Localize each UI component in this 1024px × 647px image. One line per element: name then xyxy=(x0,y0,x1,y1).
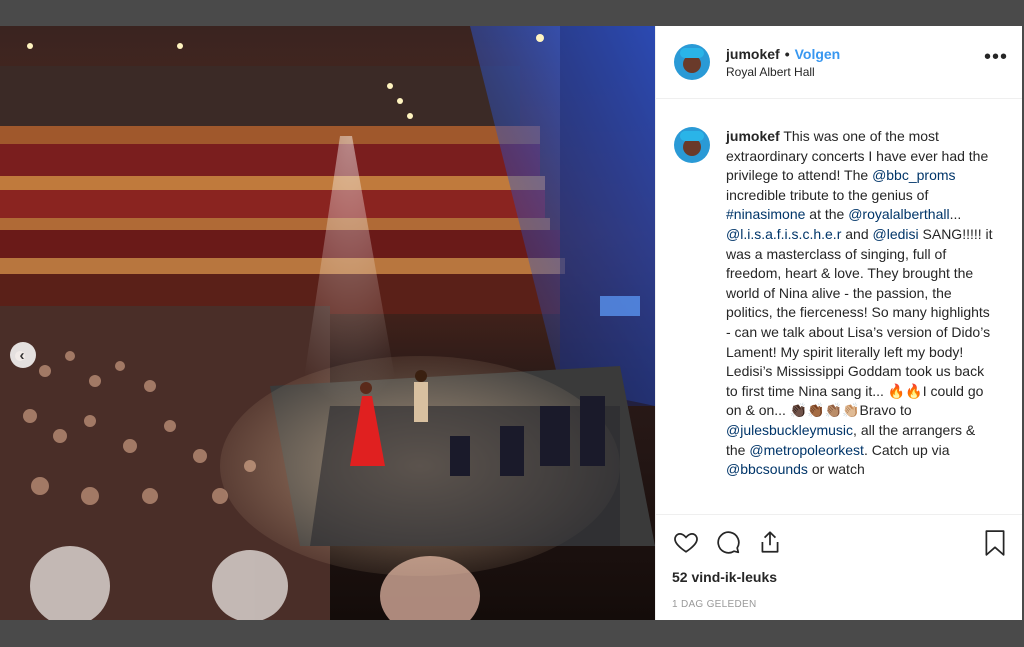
more-options-icon[interactable]: ••• xyxy=(984,47,1008,67)
caption-text: at the xyxy=(805,206,849,223)
caption-text: ... xyxy=(949,206,962,223)
mention-link[interactable]: @ledisi xyxy=(873,226,919,242)
mention-link[interactable]: @bbc_proms xyxy=(872,167,955,183)
avatar-image xyxy=(674,44,710,80)
chevron-left-icon: ‹ xyxy=(19,346,25,364)
header-line: jumokef • Volgen xyxy=(726,46,840,62)
action-icons xyxy=(672,515,1006,569)
share-button[interactable] xyxy=(756,528,784,556)
caption-text: or watch xyxy=(807,461,865,478)
hashtag-link[interactable]: #ninasimone xyxy=(726,206,805,222)
avatar-image xyxy=(674,127,710,163)
comment-icon xyxy=(717,531,740,554)
location-link[interactable]: Royal Albert Hall xyxy=(726,65,840,79)
bookmark-icon[interactable] xyxy=(982,529,1008,557)
caption-text: SANG!!!!! it was a masterclass of singin… xyxy=(726,225,993,419)
post-date[interactable]: 1 dag geleden xyxy=(672,599,1006,610)
post-caption: jumokef This was one of the most extraor… xyxy=(726,127,994,480)
comments-area: jumokef This was one of the most extraor… xyxy=(656,99,1022,514)
avatar[interactable] xyxy=(674,44,710,80)
mention-link[interactable]: @royalalberthall xyxy=(848,206,949,222)
caption-text: incredible tribute to the genius of xyxy=(726,186,929,203)
mention-link[interactable]: @julesbuckleymusic xyxy=(726,422,853,438)
post-side-panel: jumokef • Volgen Royal Albert Hall ••• j… xyxy=(655,26,1022,620)
follow-button[interactable]: Volgen xyxy=(795,46,841,62)
header-text: jumokef • Volgen Royal Albert Hall xyxy=(726,46,840,79)
share-icon xyxy=(761,531,779,553)
post-header: jumokef • Volgen Royal Albert Hall ••• xyxy=(656,26,1022,99)
comment-button[interactable] xyxy=(714,528,742,556)
concert-photo xyxy=(0,26,655,620)
carousel-prev-button[interactable]: ‹ xyxy=(10,342,36,368)
mention-link[interactable]: @bbcsounds xyxy=(726,461,808,477)
mention-link[interactable]: @l.i.s.a.f.i.s.c.h.e.r xyxy=(726,226,841,242)
like-button[interactable] xyxy=(672,528,700,556)
caption-text: and xyxy=(841,225,873,242)
separator-dot: • xyxy=(784,45,790,62)
post-photo[interactable]: ‹ xyxy=(0,26,655,620)
mention-link[interactable]: @metropoleorkest xyxy=(749,442,864,458)
heart-icon xyxy=(674,533,698,553)
caption-avatar[interactable] xyxy=(674,127,710,163)
likes-count[interactable]: 52 vind-ik-leuks xyxy=(672,569,1006,585)
username-link[interactable]: jumokef xyxy=(726,46,780,62)
caption-text: . Catch up via xyxy=(863,441,950,458)
instagram-post: ‹ jumokef • Volgen Royal Albert Hall •••… xyxy=(0,26,1022,620)
post-actions: 52 vind-ik-leuks 1 dag geleden xyxy=(656,514,1022,620)
caption-username[interactable]: jumokef xyxy=(726,128,780,144)
